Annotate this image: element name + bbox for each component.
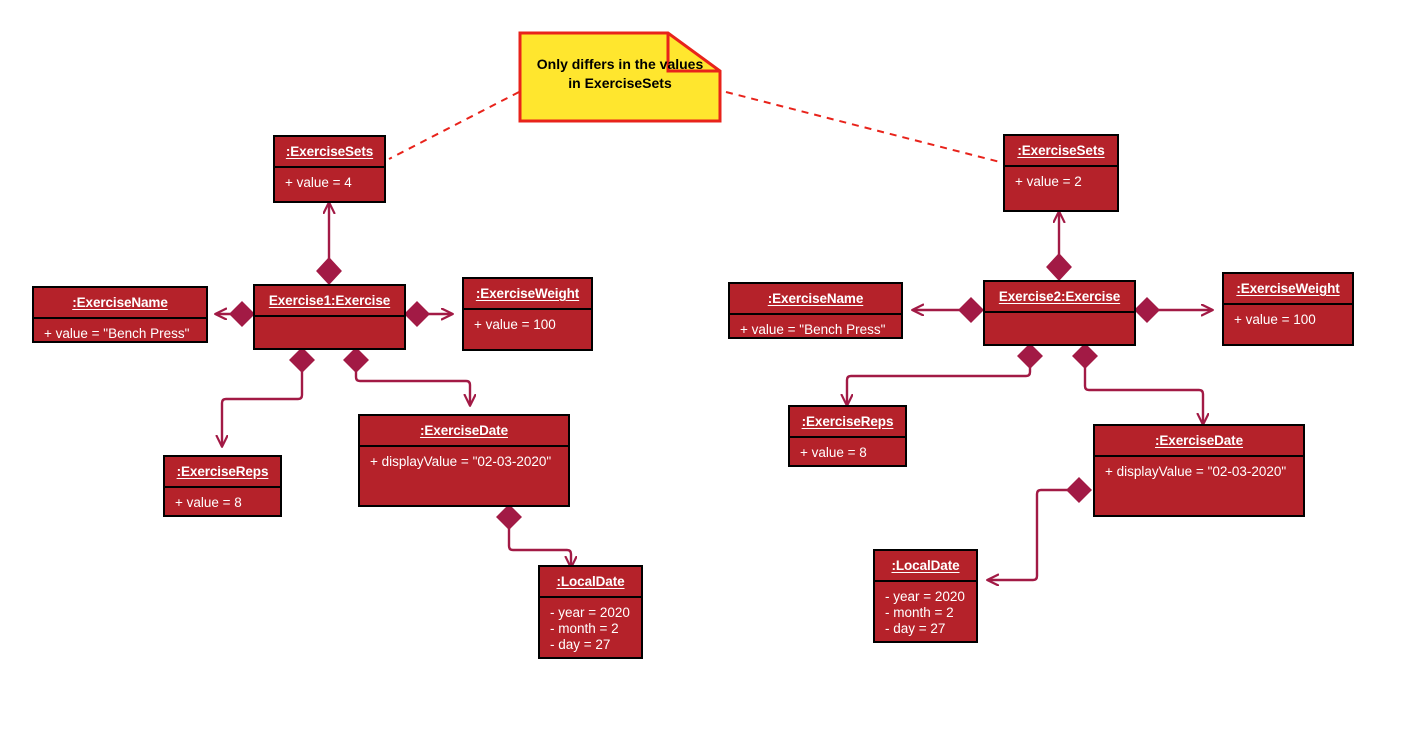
composition-diamond <box>229 301 255 327</box>
object-title: :ExerciseSets <box>275 137 384 168</box>
attribute-row: + displayValue = "02-03-2020" <box>1105 464 1287 479</box>
object-title: :ExerciseWeight <box>1224 274 1352 305</box>
object-title: :ExerciseSets <box>1005 136 1117 167</box>
object-exercisereps-right[interactable]: :ExerciseReps + value = 8 <box>788 405 907 467</box>
object-title: :ExerciseDate <box>360 416 568 447</box>
attribute-row: - day = 27 <box>550 637 611 652</box>
object-exercisename-right[interactable]: :ExerciseName + value = "Bench Press" <box>728 282 903 339</box>
edge-exercisedate-localdate-right <box>988 488 1079 580</box>
object-title: :ExerciseReps <box>165 457 280 488</box>
attribute-row: + value = 100 <box>474 317 556 332</box>
object-title: :LocalDate <box>540 567 641 598</box>
attribute-row: - year = 2020 <box>550 605 630 620</box>
attribute-row: + value = 100 <box>1234 312 1316 327</box>
object-attributes: + value = 4 <box>275 168 384 201</box>
object-exercisereps-left[interactable]: :ExerciseReps + value = 8 <box>163 455 282 517</box>
object-attributes: - year = 2020 - month = 2 - day = 27 <box>875 582 976 643</box>
object-exercisename-left[interactable]: :ExerciseName + value = "Bench Press" <box>32 286 208 343</box>
object-title: :LocalDate <box>875 551 976 582</box>
comment-note: Only differs in the values in ExerciseSe… <box>518 31 722 123</box>
composition-diamond <box>316 256 342 286</box>
composition-diamond <box>1017 343 1043 369</box>
composition-diamond <box>496 504 522 530</box>
composition-diamond <box>404 301 430 327</box>
attribute-row: - year = 2020 <box>885 589 965 604</box>
edge-exercise1-exercisereps <box>222 358 304 446</box>
edge-exercise1-exercisedate <box>354 358 470 405</box>
object-attributes: + value = 8 <box>790 438 905 467</box>
attribute-row: + value = 4 <box>285 175 352 190</box>
object-attributes: + value = "Bench Press" <box>730 315 901 344</box>
object-exerciseweight-left[interactable]: :ExerciseWeight + value = 100 <box>462 277 593 351</box>
note-link-right <box>725 91 1001 163</box>
object-attributes: - year = 2020 - month = 2 - day = 27 <box>540 598 641 659</box>
attribute-row: - day = 27 <box>885 621 946 636</box>
object-exercise2[interactable]: Exercise2:Exercise <box>983 280 1136 346</box>
object-title: :ExerciseDate <box>1095 426 1303 457</box>
attribute-row: + value = "Bench Press" <box>44 326 190 341</box>
attribute-row: + value = 8 <box>175 495 242 510</box>
edge-exercise2-exercisedate <box>1083 354 1203 424</box>
object-attributes: + value = 8 <box>165 488 280 517</box>
composition-diamond <box>1066 477 1092 503</box>
note-link-left <box>388 91 520 160</box>
object-attributes <box>985 313 1134 344</box>
attribute-row: + value = "Bench Press" <box>740 322 886 337</box>
attribute-row: + value = 2 <box>1015 174 1082 189</box>
object-localdate-right[interactable]: :LocalDate - year = 2020 - month = 2 - d… <box>873 549 978 643</box>
object-attributes: + value = "Bench Press" <box>34 319 206 348</box>
object-title: :ExerciseName <box>34 288 206 319</box>
composition-diamond <box>958 297 984 323</box>
object-title: Exercise2:Exercise <box>985 282 1134 313</box>
object-attributes: + value = 2 <box>1005 167 1117 210</box>
composition-diamond <box>1072 343 1098 369</box>
attribute-row: - month = 2 <box>885 605 954 620</box>
object-attributes: + displayValue = "02-03-2020" <box>360 447 568 505</box>
object-title: :ExerciseName <box>730 284 901 315</box>
object-exercisesets-left[interactable]: :ExerciseSets + value = 4 <box>273 135 386 203</box>
diagram-canvas: Only differs in the values in ExerciseSe… <box>0 0 1405 740</box>
object-title: :ExerciseWeight <box>464 279 591 310</box>
object-attributes: + displayValue = "02-03-2020" <box>1095 457 1303 515</box>
object-exerciseweight-right[interactable]: :ExerciseWeight + value = 100 <box>1222 272 1354 346</box>
attribute-row: - month = 2 <box>550 621 619 636</box>
composition-diamond <box>1134 297 1160 323</box>
composition-diamond <box>343 347 369 373</box>
composition-diamond <box>1046 252 1072 282</box>
object-title: Exercise1:Exercise <box>255 286 404 317</box>
composition-diamond <box>289 347 315 373</box>
object-title: :ExerciseReps <box>790 407 905 438</box>
edge-exercisedate-localdate-left <box>507 525 571 567</box>
object-exercisesets-right[interactable]: :ExerciseSets + value = 2 <box>1003 134 1119 212</box>
attribute-row: + displayValue = "02-03-2020" <box>370 454 552 469</box>
object-attributes <box>255 317 404 348</box>
object-exercise1[interactable]: Exercise1:Exercise <box>253 284 406 350</box>
object-attributes: + value = 100 <box>1224 305 1352 344</box>
object-attributes: + value = 100 <box>464 310 591 349</box>
note-shape <box>518 31 722 123</box>
attribute-row: + value = 8 <box>800 445 867 460</box>
object-exercisedate-right[interactable]: :ExerciseDate + displayValue = "02-03-20… <box>1093 424 1305 517</box>
object-localdate-left[interactable]: :LocalDate - year = 2020 - month = 2 - d… <box>538 565 643 659</box>
object-exercisedate-left[interactable]: :ExerciseDate + displayValue = "02-03-20… <box>358 414 570 507</box>
edge-exercise2-exercisereps <box>847 354 1032 405</box>
